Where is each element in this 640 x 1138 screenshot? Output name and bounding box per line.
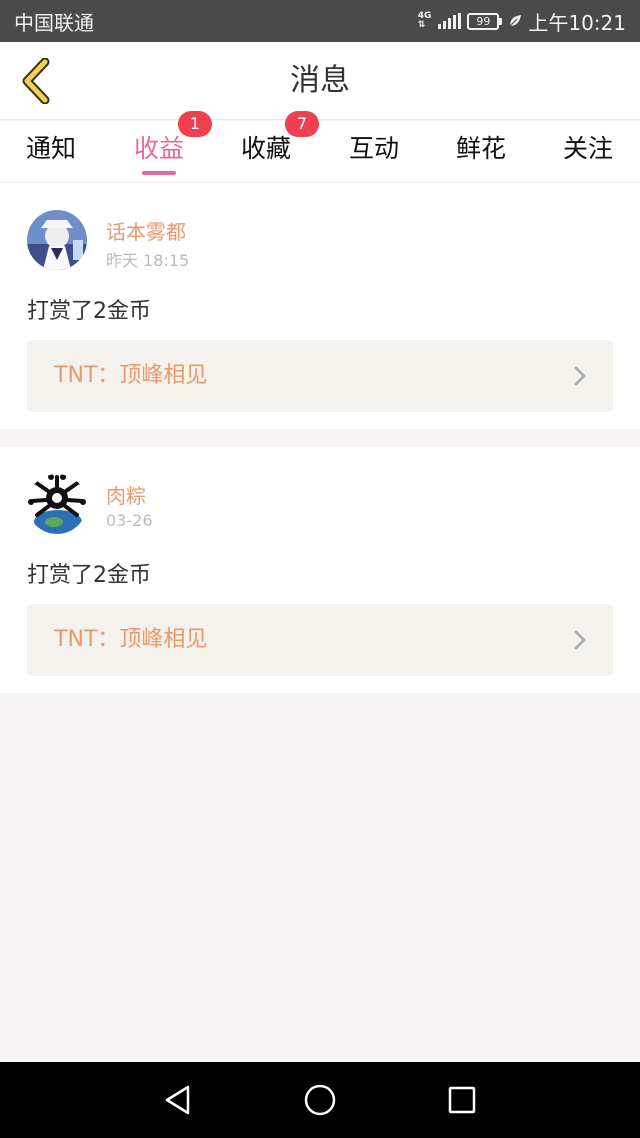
active-tab-indicator	[142, 171, 176, 175]
back-triangle-icon[interactable]	[160, 1082, 196, 1118]
user-name[interactable]: 肉粽	[106, 480, 146, 509]
tab-label: 互动	[348, 134, 399, 163]
tab-badge: 7	[285, 111, 319, 137]
carrier-label: 中国联通	[14, 10, 94, 35]
tab-label: 鲜花	[455, 134, 506, 163]
message-text: 打赏了2金币	[27, 299, 151, 324]
tab-label: 关注	[562, 134, 613, 163]
clock: 上午10:21	[528, 10, 626, 35]
tab-flowers[interactable]: 鲜花	[431, 121, 531, 181]
work-title: TNT：顶峰相见	[54, 627, 208, 652]
work-link[interactable]: TNT：顶峰相见	[27, 604, 613, 676]
tab-bar: 通知 收益 1 收藏 7 互动 鲜花 关注	[0, 111, 640, 181]
signal-icon	[438, 13, 462, 29]
system-nav-bar	[0, 1062, 640, 1138]
work-link[interactable]: TNT：顶峰相见	[27, 340, 613, 412]
work-title: TNT：顶峰相见	[54, 363, 208, 388]
status-bar: 中国联通 4G ⇅ 99 上午10:21	[0, 0, 640, 42]
tab-badge: 1	[178, 111, 212, 137]
chevron-right-icon	[574, 366, 586, 386]
tab-following[interactable]: 关注	[538, 121, 638, 181]
message-text: 打赏了2金币	[27, 563, 151, 588]
tab-notifications[interactable]: 通知	[1, 121, 101, 181]
user-name[interactable]: 话本雾都	[106, 216, 186, 245]
recents-square-icon[interactable]	[444, 1082, 480, 1118]
tab-earnings[interactable]: 收益 1	[109, 111, 212, 181]
battery-icon: 99	[467, 12, 503, 30]
message-card: 肉粽 03-26 打赏了2金币 TNT：顶峰相见	[0, 447, 640, 693]
avatar[interactable]	[27, 210, 87, 270]
status-icons: 4G ⇅ 99 上午10:21	[418, 7, 626, 36]
chevron-right-icon	[574, 630, 586, 650]
message-time: 昨天 18:15	[106, 251, 190, 270]
home-circle-icon[interactable]	[302, 1082, 338, 1118]
battery-level: 99	[467, 12, 500, 30]
message-card: 话本雾都 昨天 18:15 打赏了2金币 TNT：顶峰相见	[0, 183, 640, 429]
network-type-icon: 4G ⇅	[417, 11, 432, 30]
tab-interactions[interactable]: 互动	[324, 121, 424, 181]
leaf-icon	[509, 15, 522, 27]
page-title: 消息	[290, 63, 350, 98]
avatar[interactable]	[27, 474, 87, 534]
tab-label: 通知	[25, 134, 76, 163]
message-time: 03-26	[106, 511, 153, 530]
app-header: 消息	[0, 42, 640, 120]
tab-favorites[interactable]: 收藏 7	[216, 111, 319, 181]
